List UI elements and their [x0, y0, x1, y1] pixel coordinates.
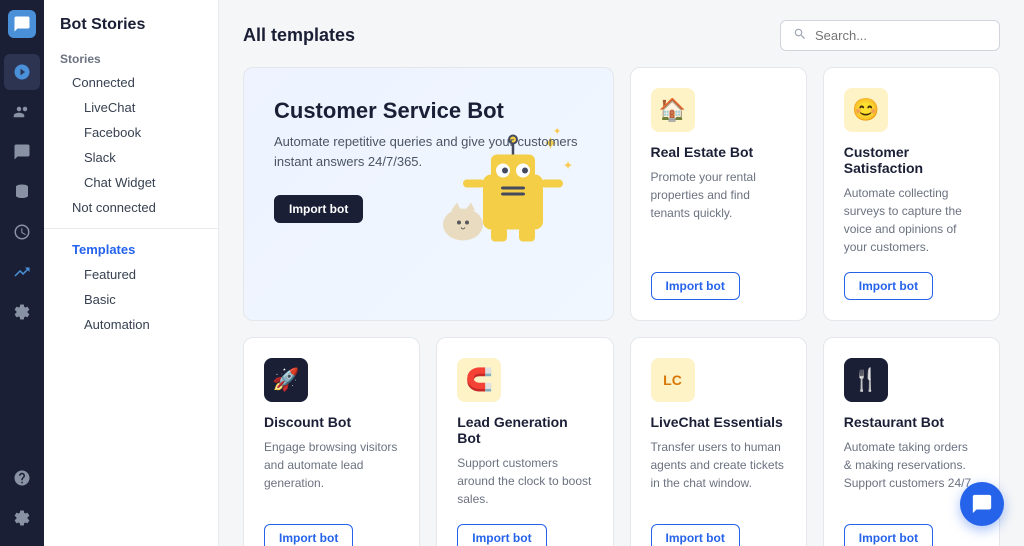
nav-basic[interactable]: Basic	[44, 287, 218, 312]
featured-content: Customer Service Bot Automate repetitive…	[274, 98, 583, 290]
stories-section-label: Stories	[44, 46, 218, 70]
nav-integrations-icon[interactable]	[4, 294, 40, 330]
nav-divider	[44, 228, 218, 229]
restaurant-bot-desc: Automate taking orders & making reservat…	[844, 438, 979, 508]
nav-connected[interactable]: Connected	[44, 70, 218, 95]
lead-gen-desc: Support customers around the clock to bo…	[457, 454, 592, 508]
customer-satisfaction-icon: 😊	[844, 88, 888, 132]
nav-chatwidget[interactable]: Chat Widget	[44, 170, 218, 195]
livechat-essentials-card[interactable]: LC LiveChat Essentials Transfer users to…	[630, 337, 807, 546]
restaurant-bot-icon: 🍴	[844, 358, 888, 402]
nav-chat-icon[interactable]	[4, 134, 40, 170]
discount-bot-desc: Engage browsing visitors and automate le…	[264, 438, 399, 508]
lead-gen-title: Lead Generation Bot	[457, 414, 592, 446]
livechat-essentials-desc: Transfer users to human agents and creat…	[651, 438, 786, 508]
real-estate-title: Real Estate Bot	[651, 144, 786, 160]
nav-bots-icon[interactable]	[4, 54, 40, 90]
left-navigation: Bot Stories Stories Connected LiveChat F…	[44, 0, 219, 546]
featured-title: Customer Service Bot	[274, 98, 583, 124]
nav-templates[interactable]: Templates	[44, 237, 218, 262]
page-title: Bot Stories	[44, 16, 218, 46]
main-heading: All templates	[243, 25, 355, 46]
main-header: All templates	[243, 20, 1000, 51]
real-estate-card[interactable]: 🏠 Real Estate Bot Promote your rental pr…	[630, 67, 807, 321]
lead-gen-icon: 🧲	[457, 358, 501, 402]
nav-help-icon[interactable]	[4, 460, 40, 496]
nav-people-icon[interactable]	[4, 94, 40, 130]
restaurant-bot-import-button[interactable]: Import bot	[844, 524, 933, 546]
chat-fab-button[interactable]	[960, 482, 1004, 526]
icon-sidebar	[0, 0, 44, 546]
templates-row2: 🚀 Discount Bot Engage browsing visitors …	[243, 337, 1000, 546]
nav-automation[interactable]: Automation	[44, 312, 218, 337]
real-estate-icon: 🏠	[651, 88, 695, 132]
search-icon	[793, 27, 807, 44]
customer-satisfaction-title: Customer Satisfaction	[844, 144, 979, 176]
livechat-essentials-icon: LC	[651, 358, 695, 402]
lead-gen-import-button[interactable]: Import bot	[457, 524, 546, 546]
nav-analytics-icon[interactable]	[4, 254, 40, 290]
customer-satisfaction-desc: Automate collecting surveys to capture t…	[844, 184, 979, 256]
templates-row1: Customer Service Bot Automate repetitive…	[243, 67, 1000, 321]
nav-database-icon[interactable]	[4, 174, 40, 210]
nav-settings-icon[interactable]	[4, 500, 40, 536]
nav-clock-icon[interactable]	[4, 214, 40, 250]
real-estate-desc: Promote your rental properties and find …	[651, 168, 786, 256]
discount-bot-card[interactable]: 🚀 Discount Bot Engage browsing visitors …	[243, 337, 420, 546]
nav-slack[interactable]: Slack	[44, 145, 218, 170]
discount-bot-title: Discount Bot	[264, 414, 399, 430]
discount-bot-icon: 🚀	[264, 358, 308, 402]
restaurant-bot-title: Restaurant Bot	[844, 414, 979, 430]
featured-card[interactable]: Customer Service Bot Automate repetitive…	[243, 67, 614, 321]
customer-satisfaction-import-button[interactable]: Import bot	[844, 272, 933, 300]
main-content: All templates Customer Service Bot Autom…	[219, 0, 1024, 546]
nav-not-connected[interactable]: Not connected	[44, 195, 218, 220]
search-box	[780, 20, 1000, 51]
lead-gen-card[interactable]: 🧲 Lead Generation Bot Support customers …	[436, 337, 613, 546]
nav-livechat[interactable]: LiveChat	[44, 95, 218, 120]
featured-import-button[interactable]: Import bot	[274, 195, 363, 223]
nav-featured[interactable]: Featured	[44, 262, 218, 287]
search-input[interactable]	[815, 28, 987, 43]
nav-facebook[interactable]: Facebook	[44, 120, 218, 145]
app-logo[interactable]	[8, 10, 36, 38]
livechat-essentials-import-button[interactable]: Import bot	[651, 524, 740, 546]
customer-satisfaction-card[interactable]: 😊 Customer Satisfaction Automate collect…	[823, 67, 1000, 321]
featured-description: Automate repetitive queries and give you…	[274, 132, 583, 171]
livechat-essentials-title: LiveChat Essentials	[651, 414, 786, 430]
real-estate-import-button[interactable]: Import bot	[651, 272, 740, 300]
discount-bot-import-button[interactable]: Import bot	[264, 524, 353, 546]
